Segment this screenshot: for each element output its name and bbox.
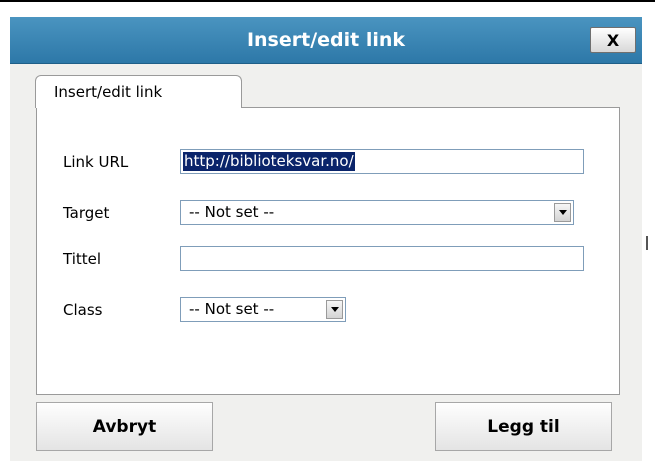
close-icon: X <box>606 30 620 50</box>
target-dropdown-arrow[interactable] <box>554 203 571 222</box>
insert-button[interactable]: Legg til <box>435 402 612 451</box>
class-label: Class <box>63 301 103 319</box>
close-button[interactable]: X <box>590 27 636 53</box>
tittel-label: Tittel <box>63 250 102 268</box>
class-selected-value: -- Not set -- <box>189 300 275 318</box>
tab-label: Insert/edit link <box>54 83 163 101</box>
cancel-button[interactable]: Avbryt <box>36 402 213 451</box>
link-url-label: Link URL <box>63 153 129 171</box>
target-select[interactable]: -- Not set -- <box>180 200 574 225</box>
dialog-titlebar[interactable]: Insert/edit link X <box>10 17 642 64</box>
target-label: Target <box>63 204 110 222</box>
class-select[interactable]: -- Not set -- <box>180 297 346 322</box>
chevron-down-icon <box>558 210 567 215</box>
class-dropdown-arrow[interactable] <box>326 300 343 319</box>
dialog-title: Insert/edit link <box>246 29 406 51</box>
link-url-input[interactable]: http://biblioteksvar.no/ <box>180 149 584 174</box>
tittel-value <box>183 249 185 268</box>
link-form-panel: Link URL http://biblioteksvar.no/ Target… <box>36 107 620 395</box>
tab-insert-edit-link[interactable]: Insert/edit link <box>35 75 242 108</box>
chevron-down-icon <box>330 307 339 312</box>
background-page-mark <box>646 236 648 250</box>
tittel-input[interactable] <box>180 246 584 271</box>
insert-link-dialog: Insert/edit link X Insert/edit link Link… <box>10 17 642 461</box>
target-selected-value: -- Not set -- <box>189 203 275 221</box>
page-top-border <box>0 0 655 2</box>
link-url-value: http://biblioteksvar.no/ <box>183 152 355 171</box>
